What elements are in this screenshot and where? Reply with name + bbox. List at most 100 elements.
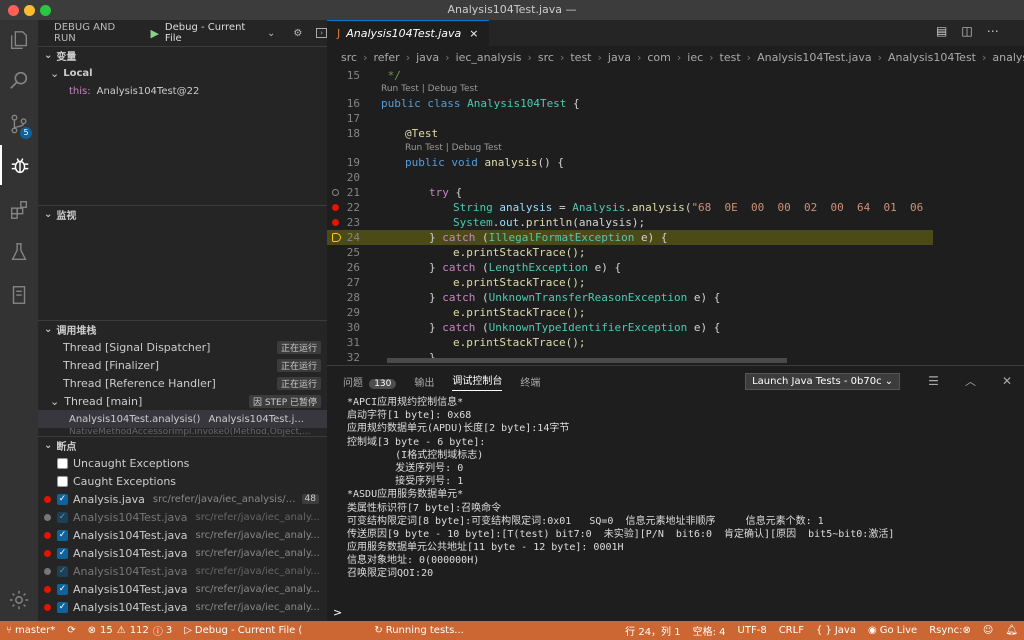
rsync-label: Rsync: bbox=[929, 625, 963, 636]
testing-flask-icon[interactable] bbox=[0, 232, 38, 272]
close-tab-icon[interactable]: × bbox=[469, 27, 478, 40]
notebook-icon[interactable] bbox=[0, 275, 38, 315]
breakpoint-file: Analysis104Test.java bbox=[73, 582, 188, 596]
breadcrumb-item[interactable]: analysis() bbox=[992, 51, 1024, 64]
tab-terminal[interactable]: 终端 bbox=[520, 374, 540, 389]
variables-section-header[interactable]: ⌄ 变量 bbox=[38, 46, 327, 64]
thread-row-main[interactable]: ⌄ Thread [main] 因 STEP 已暂停 bbox=[38, 392, 327, 410]
thread-row[interactable]: Thread [Finalizer] 正在运行 bbox=[38, 356, 327, 374]
editor-tab[interactable]: J Analysis104Test.java × bbox=[327, 20, 489, 46]
breakpoint-checkbox[interactable]: ✓ bbox=[57, 511, 68, 523]
watch-section-header[interactable]: ⌄ 监视 bbox=[38, 205, 327, 223]
go-live-button[interactable]: ◉ Go Live bbox=[862, 625, 923, 636]
test-run-status[interactable]: ↻ Running tests... bbox=[368, 625, 470, 636]
clear-console-icon[interactable]: ☰ bbox=[928, 374, 939, 388]
launch-config-select[interactable]: Debug - Current File bbox=[165, 22, 261, 44]
debug-status[interactable]: ▷ Debug - Current File ( bbox=[178, 625, 308, 636]
breakpoint-item[interactable]: ✓ Analysis104Test.java src/refer/java/iec_… bbox=[38, 562, 327, 580]
breadcrumb-item[interactable]: test bbox=[720, 51, 741, 64]
codelens-run-test[interactable]: Run Test | Debug Test bbox=[381, 82, 478, 96]
debug-settings-gear-icon[interactable]: ⚙ bbox=[293, 28, 302, 39]
breakpoint-item[interactable]: ✓ Analysis104Test.java src/refer/java/iec_… bbox=[38, 544, 327, 562]
search-icon[interactable] bbox=[0, 60, 38, 100]
codelens-run-test[interactable]: Run Test | Debug Test bbox=[405, 141, 502, 155]
launch-session-select[interactable]: Launch Java Tests - 0b70c ⌄ bbox=[745, 372, 901, 390]
code-line: e.printStackTrace(); bbox=[453, 306, 586, 319]
console-line: *APCI应用规约控制信息* bbox=[347, 397, 464, 408]
chevron-down-icon[interactable]: ⌄ bbox=[267, 28, 275, 39]
code-line: System.out.println(analysis); bbox=[453, 216, 646, 229]
line-ending[interactable]: CRLF bbox=[773, 625, 810, 636]
zoom-window-button[interactable] bbox=[40, 5, 51, 16]
breakpoint-checkbox[interactable]: ✓ bbox=[57, 529, 68, 541]
indentation[interactable]: 空格: 4 bbox=[687, 623, 732, 638]
breadcrumb-item[interactable]: java bbox=[608, 51, 631, 64]
callstack-section-header[interactable]: ⌄ 调用堆栈 bbox=[38, 320, 327, 338]
breadcrumb-item[interactable]: src bbox=[341, 51, 357, 64]
cursor-position[interactable]: 行 24，列 1 bbox=[619, 623, 686, 638]
encoding[interactable]: UTF-8 bbox=[732, 625, 773, 636]
breakpoint-checkbox[interactable]: ✓ bbox=[57, 583, 68, 595]
explorer-icon[interactable] bbox=[0, 20, 38, 60]
launch-session-label: Launch Java Tests - 0b70c bbox=[752, 375, 882, 387]
language-mode[interactable]: { } Java bbox=[810, 625, 862, 636]
exception-label: Uncaught Exceptions bbox=[73, 456, 190, 470]
checkbox[interactable] bbox=[57, 457, 68, 469]
breakpoint-checkbox[interactable]: ✓ bbox=[57, 565, 68, 577]
language-label: Java bbox=[834, 625, 856, 636]
source-control-icon[interactable]: 5 bbox=[0, 104, 38, 144]
breakpoint-checkbox[interactable]: ✓ bbox=[57, 547, 68, 559]
variable-this[interactable]: this: Analysis104Test@22 bbox=[38, 82, 327, 100]
problems-status[interactable]: ⊗ 15 ⚠ 112 ⓘ 3 bbox=[82, 623, 179, 638]
settings-gear-icon[interactable] bbox=[0, 580, 38, 620]
thread-row[interactable]: Thread [Signal Dispatcher] 正在运行 bbox=[38, 338, 327, 356]
thread-row[interactable]: Thread [Reference Handler] 正在运行 bbox=[38, 374, 327, 392]
notifications-bell-icon[interactable]: 🔔︎ bbox=[999, 625, 1024, 636]
breadcrumb-item[interactable]: iec bbox=[687, 51, 703, 64]
console-prompt[interactable]: > bbox=[333, 606, 342, 619]
debug-icon[interactable] bbox=[0, 145, 38, 185]
breakpoint-item[interactable]: ✓ Analysis104Test.java src/refer/java/iec_… bbox=[38, 598, 327, 616]
rsync-status[interactable]: Rsync: ⊗ bbox=[923, 625, 977, 636]
breadcrumb-item[interactable]: refer bbox=[373, 51, 399, 64]
breakpoints-section-header[interactable]: ⌄ 断点 bbox=[38, 436, 327, 454]
code-editor[interactable]: 15 */ Run Test | Debug Test 16 public cla… bbox=[327, 68, 933, 365]
close-window-button[interactable] bbox=[8, 5, 19, 16]
breadcrumb-item[interactable]: Analysis104Test.java bbox=[757, 51, 872, 64]
breadcrumb-item[interactable]: Analysis104Test bbox=[888, 51, 976, 64]
start-debug-icon[interactable]: ▶ bbox=[150, 27, 158, 40]
branch-status[interactable]: ⑂ master* bbox=[0, 625, 61, 636]
debug-console-toggle-icon[interactable]: › bbox=[316, 28, 327, 38]
extensions-icon[interactable] bbox=[0, 190, 38, 230]
close-panel-icon[interactable]: ✕ bbox=[1002, 374, 1012, 388]
breakpoint-checkbox[interactable]: ✓ bbox=[57, 493, 68, 505]
breakpoint-item[interactable]: ✓ Analysis.java src/refer/java/iec_analysi… bbox=[38, 490, 327, 508]
maximize-panel-icon[interactable]: ︿ bbox=[965, 373, 976, 389]
stack-frame[interactable]: NativeMethodAccessorImpl.invoke0(Method,… bbox=[38, 428, 327, 436]
breadcrumb-item[interactable]: src bbox=[538, 51, 554, 64]
more-actions-icon[interactable]: ⋯ bbox=[987, 24, 999, 38]
split-editor-icon[interactable]: ◫ bbox=[961, 24, 972, 38]
open-changes-icon[interactable]: ▤ bbox=[936, 24, 947, 38]
breadcrumb-item[interactable]: java bbox=[416, 51, 439, 64]
breadcrumb-item[interactable]: com bbox=[647, 51, 671, 64]
breakpoint-checkbox[interactable]: ✓ bbox=[57, 601, 68, 613]
breadcrumb-item[interactable]: iec_analysis bbox=[456, 51, 522, 64]
minimize-window-button[interactable] bbox=[24, 5, 35, 16]
sync-icon[interactable]: ⟳ bbox=[61, 625, 81, 636]
uncaught-exceptions-toggle[interactable]: Uncaught Exceptions bbox=[38, 454, 327, 472]
tab-debug-console[interactable]: 调试控制台 bbox=[452, 372, 503, 391]
tab-output[interactable]: 输出 bbox=[414, 374, 434, 389]
stack-frame-active[interactable]: Analysis104Test.analysis() Analysis104Tes… bbox=[38, 410, 327, 428]
breadcrumb-item[interactable]: test bbox=[570, 51, 591, 64]
breakpoint-item[interactable]: ✓ Analysis104Test.java src/refer/java/iec_… bbox=[38, 508, 327, 526]
java-file-icon: J bbox=[337, 27, 341, 40]
tab-problems[interactable]: 问题 130 bbox=[343, 374, 397, 389]
horizontal-scrollbar[interactable] bbox=[387, 358, 787, 363]
breakpoint-item[interactable]: ✓ Analysis104Test.java src/refer/java/iec_… bbox=[38, 526, 327, 544]
local-scope[interactable]: ⌄ Local bbox=[38, 64, 327, 82]
breakpoint-item[interactable]: ✓ Analysis104Test.java src/refer/java/iec_… bbox=[38, 580, 327, 598]
caught-exceptions-toggle[interactable]: Caught Exceptions bbox=[38, 472, 327, 490]
feedback-icon[interactable]: ☺ bbox=[977, 625, 999, 636]
checkbox[interactable] bbox=[57, 475, 68, 487]
